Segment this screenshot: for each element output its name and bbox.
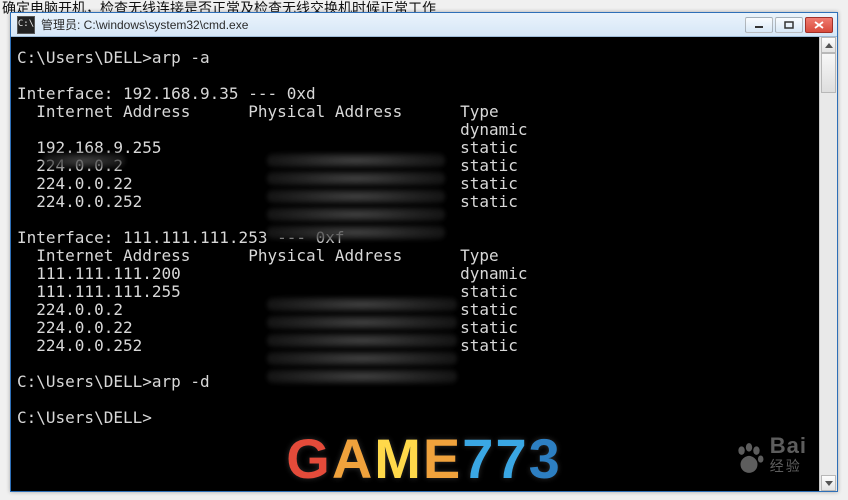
redaction <box>267 351 457 366</box>
redaction <box>267 315 457 330</box>
redaction <box>267 333 457 348</box>
redaction <box>267 207 445 222</box>
window-title: 管理员: C:\windows\system32\cmd.exe <box>41 16 745 33</box>
minimize-button[interactable] <box>745 17 773 33</box>
terminal-output[interactable]: C:\Users\DELL>arp -a Interface: 192.168.… <box>11 37 819 491</box>
redaction <box>267 153 445 168</box>
cmd-icon: C:\ <box>17 16 35 34</box>
scroll-down-button[interactable] <box>821 475 836 491</box>
titlebar[interactable]: C:\ 管理员: C:\windows\system32\cmd.exe <box>11 13 837 37</box>
cmd-window: C:\ 管理员: C:\windows\system32\cmd.exe C:\… <box>10 12 838 492</box>
redaction <box>267 225 445 240</box>
scroll-thumb[interactable] <box>821 53 836 93</box>
redaction <box>267 297 457 312</box>
redaction <box>267 189 445 204</box>
scroll-up-button[interactable] <box>821 37 836 53</box>
scroll-track[interactable] <box>821 53 836 475</box>
window-buttons <box>745 17 833 33</box>
vertical-scrollbar[interactable] <box>819 37 837 491</box>
redaction <box>267 171 445 186</box>
client-area: C:\Users\DELL>arp -a Interface: 192.168.… <box>11 37 837 491</box>
maximize-button[interactable] <box>775 17 803 33</box>
redaction <box>267 369 457 384</box>
redaction <box>43 153 125 168</box>
close-button[interactable] <box>805 17 833 33</box>
